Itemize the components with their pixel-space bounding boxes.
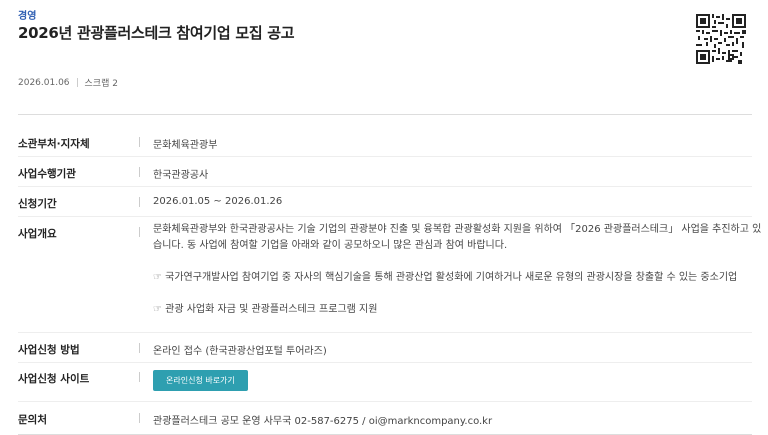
row-divider <box>139 197 140 207</box>
dept-label: 소관부처·지자체 <box>18 138 90 150</box>
overview-bullet-1: ☞ 국가연구개발사업 참여기업 중 자사의 핵심기술을 통해 관광산업 활성화에… <box>153 270 768 286</box>
qr-code-icon <box>696 14 746 64</box>
pointing-hand-icon: ☞ <box>153 272 162 283</box>
detail-row-dept: 소관부처·지자체 문화체육관광부 <box>18 127 752 157</box>
detail-row-site: 사업신청 사이트 온라인신청 바로가기 <box>18 363 752 402</box>
pointing-hand-icon: ☞ <box>153 304 162 315</box>
overview-text: 문화체육관광부와 한국관광공사는 기술 기업의 관광분야 진출 및 융복합 관광… <box>153 222 768 318</box>
overview-line-2: 습니다. 동 사업에 참여할 기업을 아래와 같이 공모하오니 많은 관심과 참… <box>153 240 508 251</box>
overview-bullet-2-text: 관광 사업화 자금 및 관광플러스테크 프로그램 지원 <box>165 304 378 315</box>
method-value: 온라인 접수 (한국관광산업포털 투어라즈) <box>153 346 327 357</box>
detail-table: 소관부처·지자체 문화체육관광부 사업수행기관 한국관광공사 신청기간 2026… <box>18 127 761 435</box>
detail-row-period: 신청기간 2026.01.05 ~ 2026.01.26 <box>18 187 752 217</box>
site-label: 사업신청 사이트 <box>18 373 90 385</box>
post-meta: 2026.01.06 스크랩 2 <box>18 76 118 90</box>
row-divider <box>139 413 140 423</box>
scrap-count[interactable]: 스크랩 2 <box>85 76 118 89</box>
period-label: 신청기간 <box>18 198 57 210</box>
row-divider <box>139 372 140 382</box>
agency-label: 사업수행기관 <box>18 168 76 180</box>
detail-row-method: 사업신청 방법 온라인 접수 (한국관광산업포털 투어라즈) <box>18 333 752 363</box>
overview-bullet-2: ☞ 관광 사업화 자금 및 관광플러스테크 프로그램 지원 <box>153 302 768 318</box>
page-title: 2026년 관광플러스테크 참여기업 모집 공고 <box>18 24 295 42</box>
detail-row-overview: 사업개요 문화체육관광부와 한국관광공사는 기술 기업의 관광분야 진출 및 융… <box>18 217 761 333</box>
overview-bullet-1-text: 국가연구개발사업 참여기업 중 자사의 핵심기술을 통해 관광산업 활성화에 기… <box>165 272 738 283</box>
category-label: 경영 <box>18 11 37 22</box>
row-divider <box>139 343 140 353</box>
detail-row-contact: 문의처 관광플러스테크 공모 운영 사무국 02-587-6275 / oi@m… <box>18 402 752 435</box>
overview-label: 사업개요 <box>18 228 57 240</box>
contact-value: 관광플러스테크 공모 운영 사무국 02-587-6275 / oi@markn… <box>153 416 493 427</box>
row-divider <box>139 227 140 237</box>
detail-row-agency: 사업수행기관 한국관광공사 <box>18 157 752 187</box>
meta-divider <box>76 78 78 87</box>
overview-line-1: 문화체육관광부와 한국관광공사는 기술 기업의 관광분야 진출 및 융복합 관광… <box>153 224 762 235</box>
header-divider <box>18 114 752 115</box>
row-divider <box>139 137 140 147</box>
row-divider <box>139 167 140 177</box>
contact-label: 문의처 <box>18 414 47 426</box>
online-apply-button[interactable]: 온라인신청 바로가기 <box>153 370 248 391</box>
period-value: 2026.01.05 ~ 2026.01.26 <box>153 196 283 207</box>
agency-value: 한국관광공사 <box>153 170 209 181</box>
post-date: 2026.01.06 <box>18 77 70 88</box>
dept-value: 문화체육관광부 <box>153 140 218 151</box>
method-label: 사업신청 방법 <box>18 344 80 356</box>
